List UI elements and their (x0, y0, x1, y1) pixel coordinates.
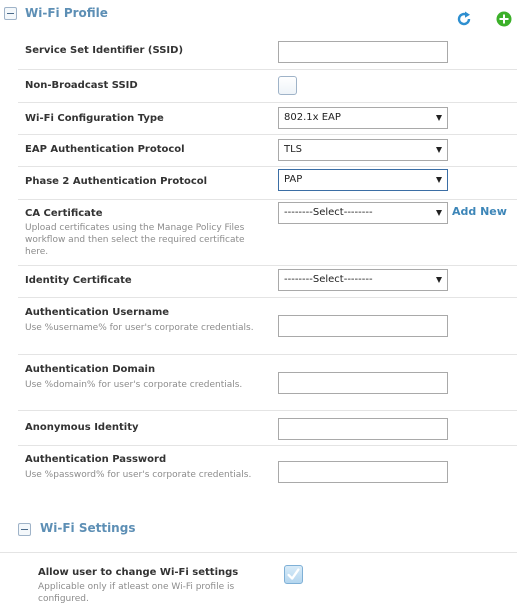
phase2-protocol-row: Phase 2 Authentication Protocol PAP (18, 167, 517, 200)
eap-protocol-value: TLS (284, 144, 303, 155)
auth-password-help: Use %password% for user's corporate cred… (25, 470, 252, 480)
auth-password-row: Authentication Password Use %password% f… (18, 446, 517, 500)
auth-username-input[interactable] (278, 315, 448, 337)
phase2-protocol-value: PAP (284, 174, 303, 185)
non-broadcast-checkbox[interactable] (278, 76, 297, 95)
anonymous-identity-label: Anonymous Identity (25, 422, 139, 433)
ssid-row: Service Set Identifier (SSID) (18, 34, 517, 70)
wifi-profile-header: Wi-Fi Profile (0, 0, 517, 28)
allow-change-help: Applicable only if atleast one Wi-Fi pro… (38, 582, 235, 604)
chevron-down-icon (436, 210, 442, 216)
ssid-input[interactable] (278, 41, 448, 63)
collapse-wifi-settings-icon[interactable] (18, 523, 31, 536)
chevron-down-icon (436, 177, 442, 183)
auth-domain-row: Authentication Domain Use %domain% for u… (18, 355, 517, 411)
checkmark-icon (287, 568, 300, 580)
phase2-protocol-label: Phase 2 Authentication Protocol (25, 176, 208, 187)
ca-certificate-select[interactable]: --------Select-------- (278, 202, 448, 224)
non-broadcast-label: Non-Broadcast SSID (25, 80, 138, 91)
auth-username-help: Use %username% for user's corporate cred… (25, 323, 254, 333)
anonymous-identity-input[interactable] (278, 418, 448, 440)
auth-domain-label: Authentication Domain (25, 364, 156, 375)
auth-domain-input[interactable] (278, 372, 448, 394)
add-new-link[interactable]: Add New (452, 205, 507, 218)
refresh-icon[interactable] (456, 11, 472, 27)
ssid-label: Service Set Identifier (SSID) (25, 45, 184, 56)
ca-certificate-row: CA Certificate Upload certificates using… (18, 200, 517, 266)
config-type-row: Wi-Fi Configuration Type 802.1x EAP (18, 103, 517, 135)
identity-certificate-value: --------Select-------- (284, 274, 373, 285)
auth-username-row: Authentication Username Use %username% f… (18, 298, 517, 355)
auth-username-label: Authentication Username (25, 307, 170, 318)
config-type-label: Wi-Fi Configuration Type (25, 113, 164, 124)
eap-protocol-row: EAP Authentication Protocol TLS (18, 135, 517, 167)
config-type-select[interactable]: 802.1x EAP (278, 107, 448, 129)
auth-password-input[interactable] (278, 461, 448, 483)
collapse-wifi-profile-icon[interactable] (4, 7, 17, 20)
eap-protocol-label: EAP Authentication Protocol (25, 144, 185, 155)
identity-certificate-label: Identity Certificate (25, 275, 132, 286)
anonymous-identity-row: Anonymous Identity (18, 411, 517, 446)
auth-domain-help: Use %domain% for user's corporate creden… (25, 380, 243, 390)
allow-change-label: Allow user to change Wi-Fi settings (38, 567, 239, 578)
phase2-protocol-select[interactable]: PAP (278, 169, 448, 191)
ca-certificate-help: Upload certificates using the Manage Pol… (25, 223, 245, 257)
eap-protocol-select[interactable]: TLS (278, 139, 448, 161)
allow-change-checkbox[interactable] (284, 565, 303, 584)
chevron-down-icon (436, 115, 442, 121)
chevron-down-icon (436, 147, 442, 153)
add-icon[interactable] (496, 11, 512, 27)
divider (0, 552, 517, 553)
chevron-down-icon (436, 277, 442, 283)
config-type-value: 802.1x EAP (284, 112, 341, 123)
identity-certificate-select[interactable]: --------Select-------- (278, 269, 448, 291)
identity-certificate-row: Identity Certificate --------Select-----… (18, 266, 517, 298)
auth-password-label: Authentication Password (25, 454, 167, 465)
wifi-settings-title: Wi-Fi Settings (40, 521, 136, 535)
ca-certificate-label: CA Certificate (25, 208, 103, 219)
wifi-profile-title: Wi-Fi Profile (25, 6, 108, 20)
non-broadcast-row: Non-Broadcast SSID (18, 70, 517, 103)
ca-certificate-value: --------Select-------- (284, 207, 373, 218)
